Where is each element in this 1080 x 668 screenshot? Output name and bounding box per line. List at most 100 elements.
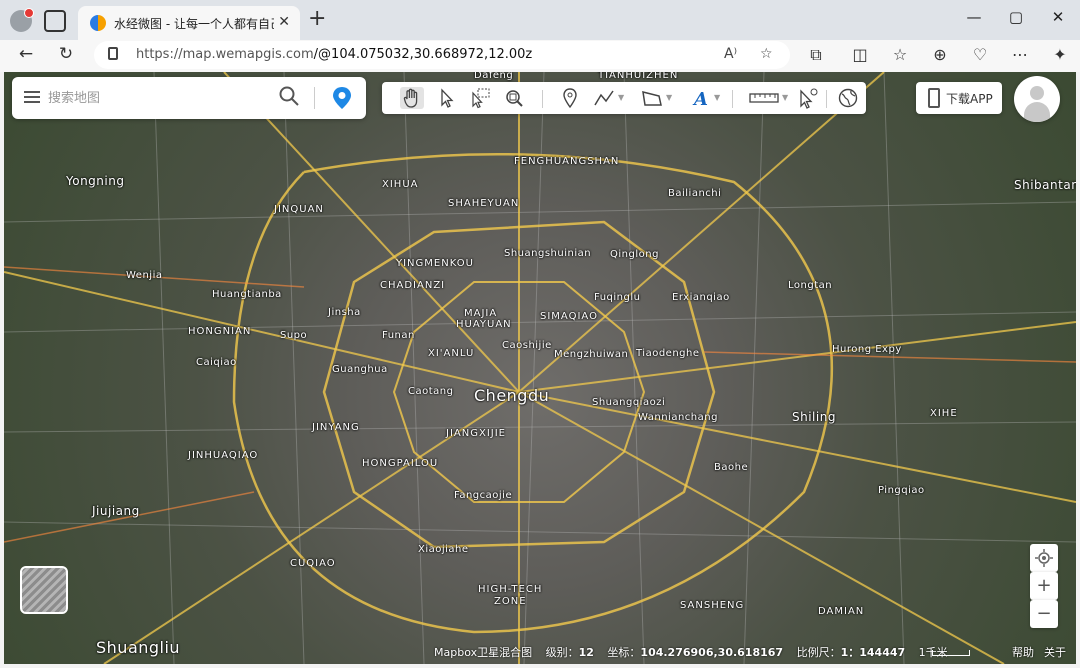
zoom-extent-icon[interactable] — [502, 87, 526, 109]
divider — [542, 90, 543, 108]
maximize-button[interactable]: ▢ — [1006, 8, 1026, 26]
identify-query-icon[interactable] — [796, 87, 820, 109]
zoom-in-button[interactable]: + — [1030, 572, 1058, 600]
map-label: DAMIAN — [818, 606, 865, 617]
map-label: Wannianchang — [638, 412, 718, 423]
back-arrow-icon[interactable]: ← — [14, 44, 38, 64]
map-label: Funan — [382, 330, 415, 341]
ruler-measure-icon[interactable] — [748, 87, 780, 109]
map-label: Hurong Expy — [832, 344, 902, 355]
about-link[interactable]: 关于 — [1044, 644, 1066, 660]
map-label: Shuangshuinian — [504, 248, 592, 259]
tab-active[interactable]: 水经微图 - 让每一个人都有自己的 ✕ — [78, 6, 300, 40]
marker-pin-icon[interactable] — [558, 87, 582, 109]
search-input[interactable] — [48, 87, 268, 109]
browser-window: 水经微图 - 让每一个人都有自己的 ✕ + — ▢ ✕ ← ↻ https://… — [0, 0, 1080, 668]
map-status-bar: Mapbox卫星混合图 级别：12 坐标：104.276906,30.61816… — [434, 644, 958, 660]
map-label: JINQUAN — [274, 204, 324, 215]
divider — [732, 90, 733, 108]
text-dropdown-icon[interactable]: ▼ — [714, 93, 720, 102]
browser-essentials-icon[interactable]: ♡ — [970, 45, 990, 64]
map-label: Dafeng — [474, 72, 514, 81]
map-label: HONGNIAN — [188, 326, 252, 337]
search-panel — [12, 77, 366, 119]
polyline-icon[interactable] — [592, 87, 616, 109]
zoom-level-readout: 级别：12 — [545, 646, 594, 659]
map-label: Qinglong — [610, 249, 659, 260]
locate-me-button[interactable] — [1030, 544, 1058, 572]
map-label: Caotang — [408, 386, 454, 397]
url-text[interactable]: https://map.wemapgis.com/@104.075032,30.… — [136, 47, 532, 62]
map-label-city: Chengdu — [474, 386, 550, 405]
collections-icon[interactable]: ⊕ — [930, 45, 950, 64]
map-label: FENGHUANGSHAN — [514, 156, 620, 167]
measure-dropdown-icon[interactable]: ▼ — [782, 93, 788, 102]
location-pin-icon[interactable] — [330, 85, 354, 111]
basemap-switcher[interactable] — [20, 566, 68, 614]
map-label: SIMAQIAO — [540, 311, 598, 322]
search-icon[interactable] — [278, 85, 300, 107]
map-label: XIHE — [930, 408, 958, 419]
map-label: Shiling — [792, 410, 836, 424]
tab-bar: 水经微图 - 让每一个人都有自己的 ✕ + — ▢ ✕ — [0, 0, 1080, 40]
polygon-dropdown-icon[interactable]: ▼ — [666, 93, 672, 102]
download-app-button[interactable]: 下载APP — [916, 82, 1002, 114]
close-window-button[interactable]: ✕ — [1048, 8, 1068, 26]
phone-icon — [928, 88, 940, 108]
pan-hand-icon[interactable] — [400, 87, 424, 109]
box-select-icon[interactable] — [468, 87, 492, 109]
extensions-icon[interactable]: ⧉ — [806, 45, 826, 65]
download-app-label: 下载APP — [946, 92, 993, 106]
address-bar[interactable]: https://map.wemapgis.com/@104.075032,30.… — [94, 41, 790, 69]
map-label: JINHUAQIAO — [188, 450, 259, 461]
favorites-icon[interactable]: ☆ — [890, 45, 910, 64]
map-label: SANSHENG — [680, 600, 745, 611]
site-favicon-icon — [90, 15, 106, 31]
lock-icon[interactable] — [108, 47, 118, 60]
read-aloud-icon[interactable]: A⁾ — [724, 46, 737, 62]
minimize-button[interactable]: — — [964, 8, 984, 26]
new-tab-button[interactable]: + — [308, 8, 326, 30]
map-label: Guanghua — [332, 364, 388, 375]
map-label: HUAYUAN — [456, 319, 512, 330]
basemap-source: Mapbox卫星混合图 — [434, 646, 533, 659]
map-label: XIHUA — [382, 179, 419, 190]
map-label: TIANHUIZHEN — [598, 72, 679, 81]
map-label: HONGPAILOU — [362, 458, 439, 469]
crosshair-icon — [1035, 549, 1053, 567]
zoom-out-button[interactable]: − — [1030, 600, 1058, 628]
polygon-icon[interactable] — [640, 87, 664, 109]
user-avatar[interactable] — [1014, 76, 1060, 122]
favorite-star-icon[interactable]: ☆ — [760, 46, 773, 62]
globe-icon[interactable] — [836, 87, 860, 109]
map-label: Caiqiao — [196, 357, 237, 368]
map-label: JINYANG — [312, 422, 360, 433]
map-label: Wenjia — [126, 270, 163, 281]
map-label: Baohe — [714, 462, 749, 473]
map-label: Erxianqiao — [672, 292, 730, 303]
help-link[interactable]: 帮助 — [1012, 644, 1034, 660]
map-canvas[interactable]: Dafeng TIANHUIZHEN Yongning FENGHUANGSHA… — [4, 72, 1076, 664]
map-label: CUQIAO — [290, 558, 336, 569]
more-menu-icon[interactable]: ⋯ — [1010, 45, 1030, 64]
polyline-dropdown-icon[interactable]: ▼ — [618, 93, 624, 102]
map-label: Jinsha — [328, 307, 361, 318]
text-annotation-icon[interactable]: A — [688, 87, 712, 109]
map-label: CHADIANZI — [380, 280, 446, 291]
tab-close-icon[interactable]: ✕ — [278, 14, 290, 30]
select-arrow-icon[interactable] — [434, 87, 458, 109]
map-label: Caoshijie — [502, 340, 552, 351]
map-label: Fangcaojie — [454, 490, 513, 501]
map-label: Pingqiao — [878, 485, 925, 496]
profile-icon[interactable] — [10, 8, 34, 32]
tab-title: 水经微图 - 让每一个人都有自己的 — [114, 17, 274, 31]
split-screen-icon[interactable]: ◫ — [850, 45, 870, 64]
map-label: Jiujiang — [92, 504, 140, 518]
svg-text:A: A — [692, 89, 708, 109]
map-label: SHAHEYUAN — [448, 198, 520, 209]
refresh-icon[interactable]: ↻ — [54, 44, 78, 64]
copilot-icon[interactable]: ✦ — [1050, 45, 1070, 64]
divider — [314, 87, 315, 109]
menu-icon[interactable] — [24, 91, 40, 103]
tab-actions-icon[interactable] — [44, 10, 66, 32]
